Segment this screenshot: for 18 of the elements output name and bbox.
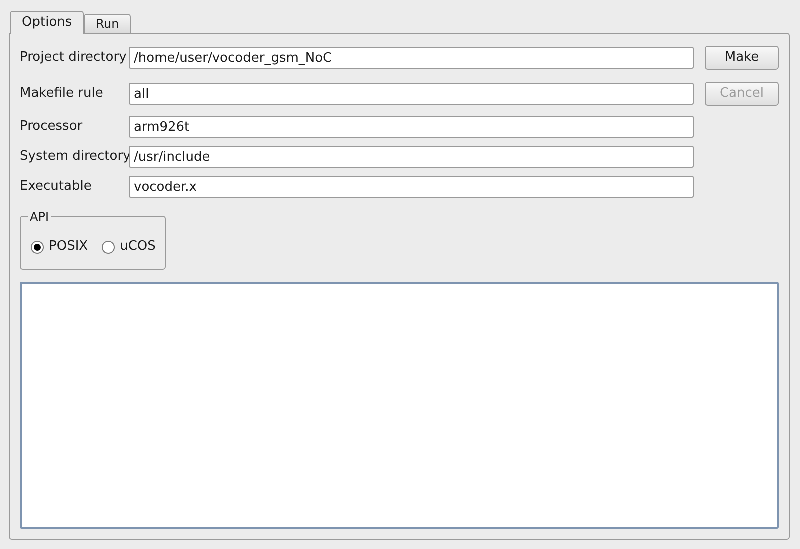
field-label: System directory — [20, 148, 129, 166]
text-field[interactable]: all — [129, 83, 694, 105]
output-area[interactable] — [20, 282, 779, 529]
radio-button[interactable] — [102, 240, 116, 254]
radio-option[interactable]: uCOS — [102, 237, 156, 257]
tab[interactable]: Options — [10, 11, 84, 34]
field-label: Makefile rule — [20, 85, 104, 104]
text-field[interactable]: /home/user/vocoder_gsm_NoC — [129, 47, 694, 69]
field-label: Processor — [20, 118, 84, 136]
text-field[interactable]: /usr/include — [129, 146, 694, 168]
tab[interactable]: Run — [84, 14, 132, 33]
field-label: Executable — [20, 178, 93, 196]
text-field[interactable]: arm926t — [129, 116, 694, 138]
field-label: Project directory — [20, 49, 128, 68]
radio-button[interactable] — [31, 240, 44, 254]
make-button[interactable]: Make — [705, 46, 779, 70]
text-field[interactable]: vocoder.x — [129, 176, 694, 198]
radio-option[interactable]: POSIX — [31, 237, 88, 257]
